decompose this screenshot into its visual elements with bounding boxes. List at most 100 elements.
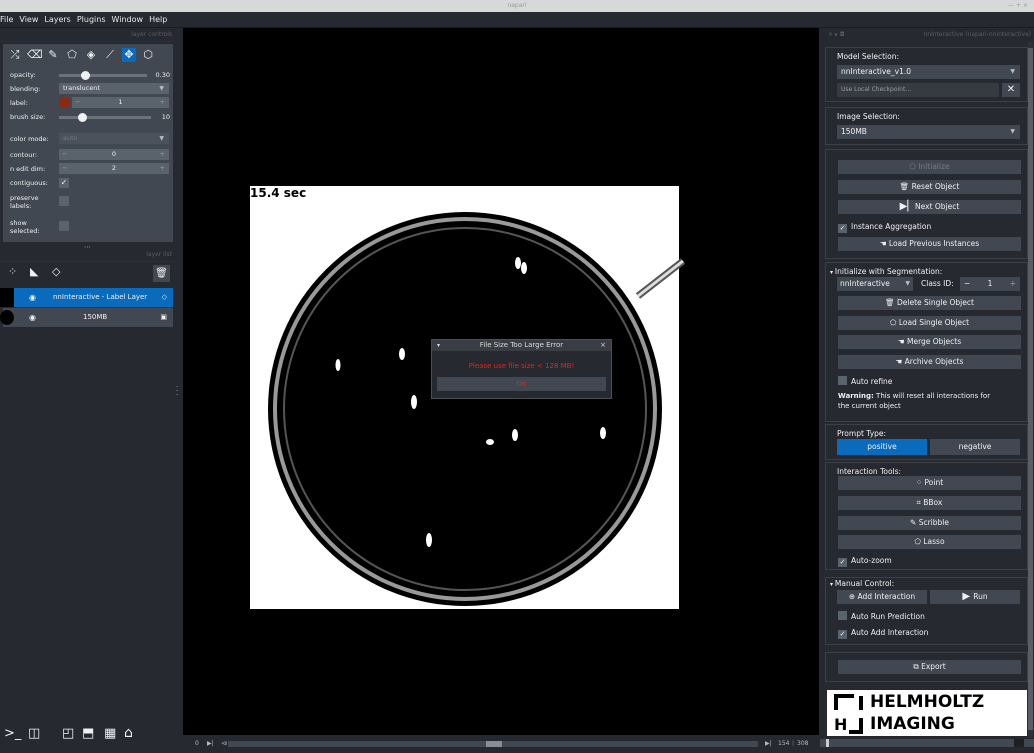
brush-size-slider[interactable] (59, 113, 151, 122)
positive-button[interactable]: positive (837, 439, 927, 455)
close-icon[interactable]: × (600, 340, 606, 351)
delete-single-button[interactable]: 🗑 Delete Single Object (838, 296, 1021, 310)
merge-objects-label: Merge Objects (906, 337, 962, 346)
play-icon[interactable]: ▶| (207, 735, 214, 753)
window-controls[interactable]: — + × (1008, 0, 1028, 12)
export-button[interactable]: ⧉ Export (838, 660, 1021, 674)
eraser-icon[interactable]: ⌫ (27, 48, 43, 62)
color-picker-icon[interactable]: ⟋ (103, 48, 117, 62)
dialog-titlebar: ▾ File Size Too Large Error × (432, 340, 611, 351)
point-tool-button[interactable]: ⁘ Point (838, 476, 1021, 490)
auto-zoom-checkbox[interactable]: ✓ Auto-zoom (838, 556, 892, 567)
label-color-swatch[interactable] (59, 97, 70, 108)
opacity-slider[interactable] (59, 71, 147, 80)
layer-item-label-layer[interactable]: ◉ nnInteractive - Label Layer ◇ (0, 288, 173, 307)
scrollbar-handle[interactable] (1028, 48, 1033, 730)
horizontal-scrollbar[interactable] (820, 739, 1034, 747)
ndim-spinbox[interactable]: −2 + (59, 163, 169, 174)
bbox-tool-button[interactable]: ⌗ BBox (838, 496, 1021, 510)
home-icon[interactable]: ⌂ (124, 725, 133, 741)
dialog-menu-icon[interactable]: ▾ (437, 340, 440, 351)
auto-refine-checkbox[interactable]: Auto refine (838, 376, 892, 387)
ndisplay-icon[interactable]: ◫ (28, 726, 40, 741)
menu-view[interactable]: View (16, 12, 41, 28)
logo-line2: IMAGING (870, 714, 955, 734)
load-single-button[interactable]: ⬠ Load Single Object (838, 316, 1021, 330)
layer-item-image[interactable]: ◉ 150MB ▣ (0, 308, 173, 327)
merge-objects-button[interactable]: ☚ Merge Objects (838, 335, 1021, 349)
console-icon[interactable]: >_ (4, 726, 21, 741)
color-mode-select[interactable]: auto ▼ (59, 133, 169, 144)
next-object-button[interactable]: ▶▏Next Object (838, 200, 1021, 214)
dim-total: 308 (797, 740, 809, 747)
transform-icon[interactable]: ⬡ (141, 48, 155, 62)
menu-plugins[interactable]: Plugins (74, 12, 109, 28)
paint-brush-icon[interactable]: ✎ (46, 48, 60, 62)
scrollbar-arrow[interactable] (826, 739, 829, 747)
auto-add-checkbox[interactable]: ✓ Auto Add Interaction (838, 628, 928, 639)
splitter-handle[interactable]: ··· (176, 384, 178, 399)
plus-icon[interactable]: + (160, 97, 165, 108)
dialog-message: Please use file size < 128 MB! (468, 362, 575, 370)
roll-icon[interactable]: ◰ (62, 726, 74, 741)
step-icon[interactable]: ▶| (765, 735, 772, 753)
plus-icon[interactable]: + (160, 149, 165, 160)
eye-icon[interactable]: ◉ (29, 308, 36, 327)
show-selected-checkbox[interactable] (59, 221, 69, 231)
lasso-tool-button[interactable]: ⬠ Lasso (838, 535, 1021, 549)
image-select[interactable]: 150MB ▼ (837, 125, 1020, 139)
minus-icon[interactable]: − (964, 277, 970, 291)
menu-help[interactable]: Help (146, 12, 170, 28)
auto-run-checkbox[interactable]: Auto Run Prediction (838, 611, 925, 622)
shapes-layer-icon[interactable]: ◣ (30, 265, 38, 278)
segmentation-layer-select[interactable]: nnInteractive ▼ (837, 277, 913, 291)
polygon-icon[interactable]: ⬠ (65, 48, 79, 62)
blending-label: blending: (10, 85, 41, 93)
opacity-slider-handle[interactable] (81, 71, 91, 80)
checkmark-icon: ✓ (838, 224, 847, 233)
run-button[interactable]: ▶ Run (930, 590, 1020, 604)
dims-slider[interactable] (228, 741, 758, 747)
show-selected-label: show selected: (10, 219, 40, 235)
scrollbar-arrow[interactable] (1014, 739, 1024, 747)
menu-file[interactable]: File (0, 12, 16, 28)
dock-controls-icon[interactable]: × ▸ ◘ (828, 31, 845, 38)
preserve-labels-checkbox[interactable] (59, 196, 69, 206)
blending-select[interactable]: translucent ▼ (59, 83, 169, 94)
menu-layers[interactable]: Layers (41, 12, 73, 28)
instance-aggregation-checkbox[interactable]: ✓ Instance Aggregation (838, 222, 931, 233)
scribble-tool-button[interactable]: ✎ Scribble (838, 516, 1021, 530)
logo-mark (859, 718, 863, 734)
transpose-icon[interactable]: ⬒ (82, 726, 94, 741)
step-icon[interactable]: ⧏ (221, 735, 227, 753)
shuffle-icon[interactable]: ⤮ (8, 48, 22, 62)
brush-size-slider-handle[interactable] (78, 113, 87, 122)
plus-icon[interactable]: + (1010, 277, 1016, 291)
error-dialog: ▾ File Size Too Large Error × Please use… (431, 339, 612, 399)
close-icon[interactable]: ✕ (1002, 83, 1020, 97)
contour-spinbox[interactable]: −0 + (59, 149, 169, 160)
grid-icon[interactable]: ▦ (104, 726, 116, 741)
archive-objects-button[interactable]: ☚ Archive Objects (838, 355, 1021, 369)
points-layer-icon[interactable]: ⁘ (8, 265, 17, 278)
add-interaction-button[interactable]: ⊕ Add Interaction (837, 590, 927, 604)
reset-object-button[interactable]: 🗑 Reset Object (838, 180, 1021, 194)
contiguous-checkbox[interactable]: ✓ (59, 178, 69, 188)
trash-icon[interactable]: 🗑 (153, 265, 170, 282)
negative-button[interactable]: negative (930, 439, 1020, 455)
labels-layer-icon[interactable]: ◇ (52, 265, 60, 278)
load-previous-button[interactable]: ☚ Load Previous Instances (838, 237, 1021, 251)
dims-slider-handle[interactable] (486, 741, 502, 747)
pan-zoom-icon[interactable]: ✥ (122, 48, 136, 62)
eye-icon[interactable]: ◉ (29, 288, 36, 307)
model-select[interactable]: nnInteractive_v1.0 ▼ (837, 65, 1020, 79)
label-spinbox[interactable]: −1 + (72, 97, 169, 108)
vertical-scrollbar[interactable] (1028, 42, 1033, 737)
fill-bucket-icon[interactable]: ◈ (84, 48, 98, 62)
menu-window[interactable]: Window (109, 12, 147, 28)
ok-button[interactable]: OK (437, 377, 606, 391)
class-id-spinbox[interactable]: − 1 + (960, 277, 1020, 291)
local-checkpoint-input[interactable]: Use Local Checkpoint... (837, 83, 999, 97)
initialize-button[interactable]: ⬠ Initialize (838, 160, 1021, 174)
plus-icon[interactable]: + (160, 163, 165, 174)
